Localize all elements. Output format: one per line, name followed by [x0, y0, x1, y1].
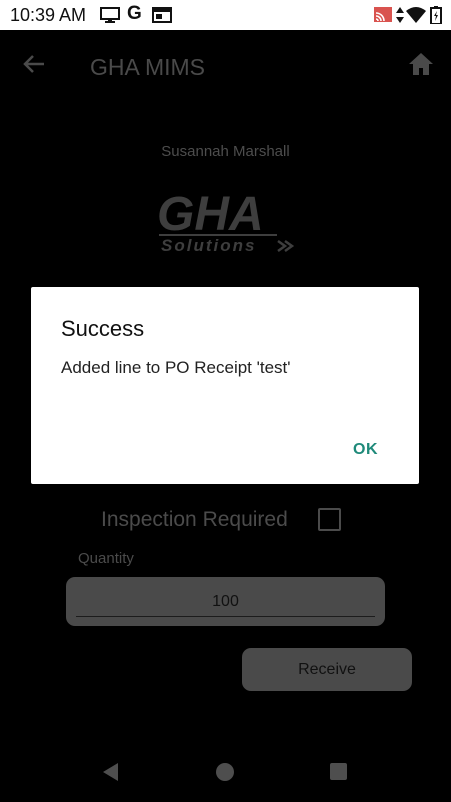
nav-home-icon[interactable]: [216, 763, 234, 781]
cast-icon: [374, 7, 392, 22]
gha-logo: GHA Solutions: [157, 188, 295, 255]
calendar-icon: [152, 7, 172, 23]
svg-text:GHA: GHA: [157, 188, 264, 241]
battery-icon: [430, 6, 442, 24]
ok-button[interactable]: OK: [353, 441, 378, 459]
receive-button[interactable]: Receive: [242, 648, 412, 691]
arrow-left-icon[interactable]: [22, 52, 46, 76]
home-icon[interactable]: [408, 52, 434, 76]
quantity-label: Quantity: [78, 550, 134, 567]
quantity-field[interactable]: 100: [66, 577, 385, 626]
page-title: GHA MIMS: [90, 54, 206, 80]
inspection-label: Inspection Required: [101, 508, 288, 531]
data-arrows-icon: [396, 7, 404, 23]
wifi-icon: [406, 7, 426, 23]
inspection-checkbox[interactable]: [318, 508, 341, 531]
status-bar: 10:39 AM G: [0, 0, 451, 30]
nav-recents-icon[interactable]: [330, 763, 347, 780]
screen-share-icon: [100, 7, 120, 23]
dialog-title: Success: [61, 316, 145, 341]
svg-text:Solutions: Solutions: [161, 236, 256, 255]
phone-screen: 10:39 AM G GHA MIMS Susannah Marshall GH…: [0, 0, 451, 802]
status-time: 10:39 AM: [10, 5, 87, 25]
nav-back-icon[interactable]: [103, 763, 118, 781]
success-dialog: Success Added line to PO Receipt 'test' …: [31, 287, 419, 484]
quantity-value: 100: [212, 593, 239, 610]
user-name: Susannah Marshall: [161, 143, 290, 160]
google-icon: G: [127, 3, 142, 24]
dialog-message: Added line to PO Receipt 'test': [61, 358, 291, 377]
navigation-bar: [0, 742, 451, 802]
quantity-underline: [76, 616, 375, 617]
